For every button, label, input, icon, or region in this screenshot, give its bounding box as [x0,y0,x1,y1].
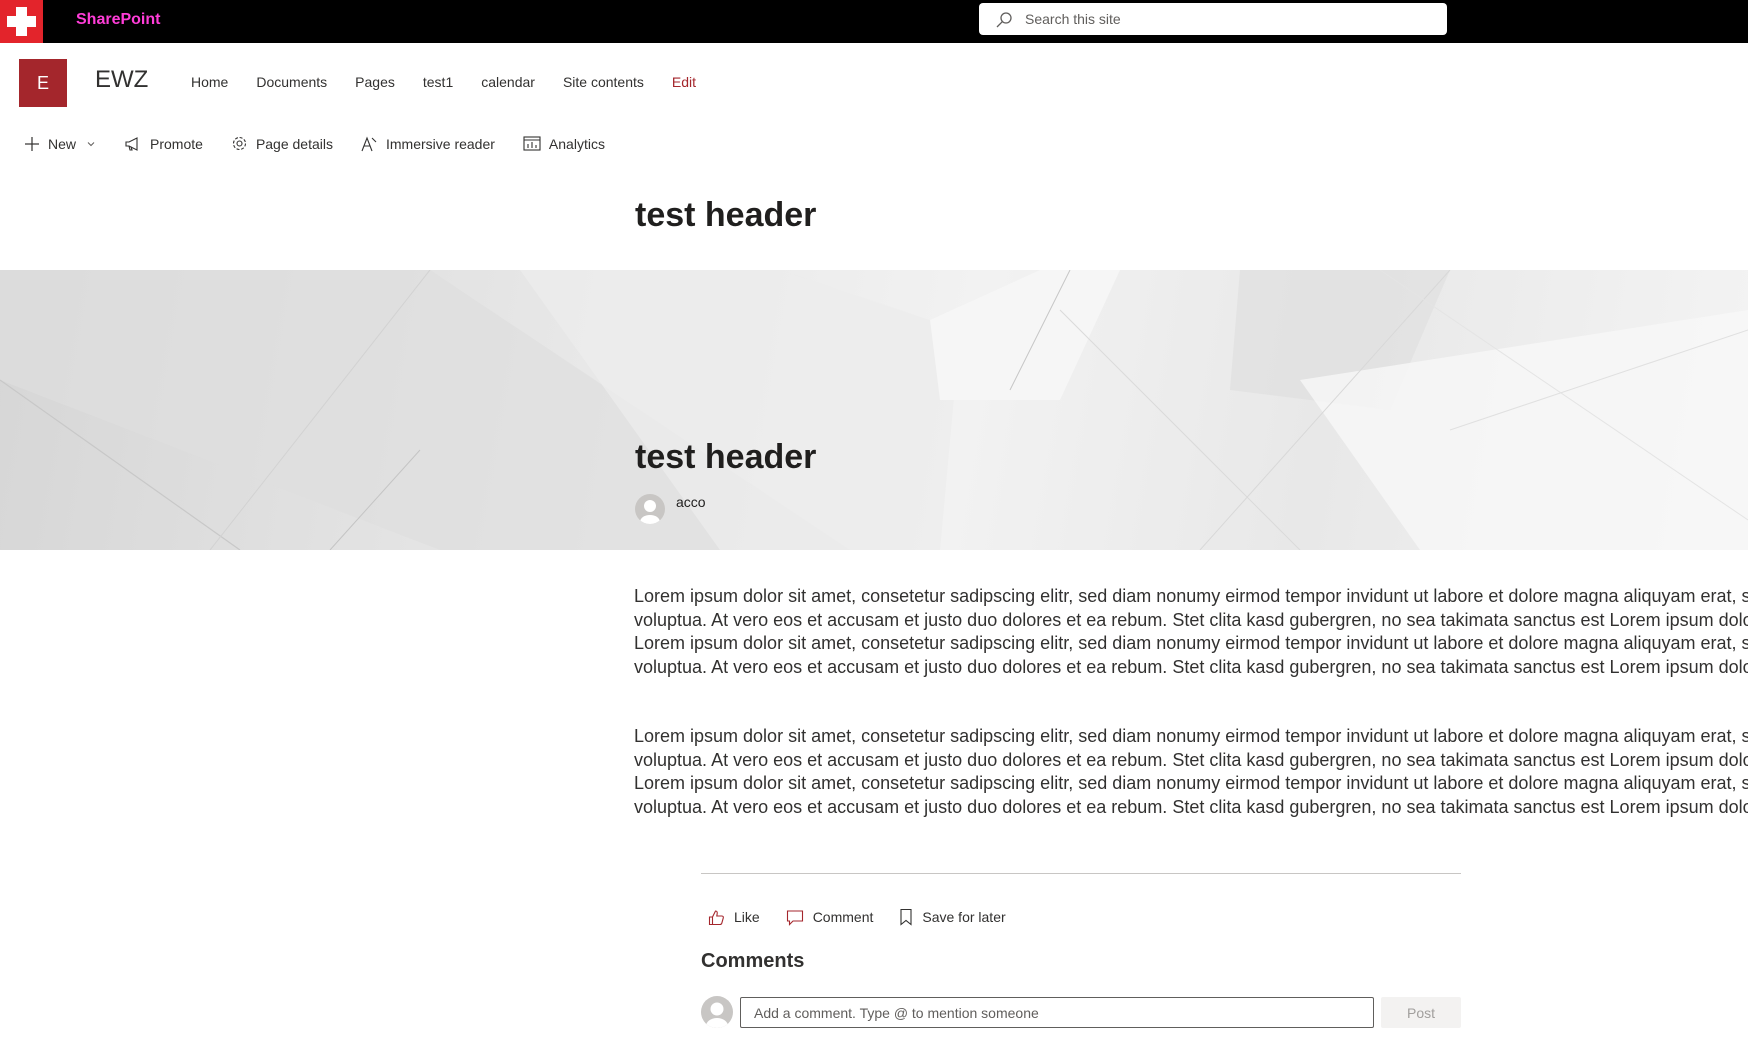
post-button[interactable]: Post [1381,997,1461,1028]
text-paragraph-2: Lorem ipsum dolor sit amet, consetetur s… [634,725,1748,819]
promote-button[interactable]: Promote [124,136,203,152]
new-button[interactable]: New [24,136,96,152]
author-name[interactable]: acco [676,494,706,510]
search-box[interactable] [979,3,1447,35]
banner-background-image [0,270,1748,550]
commenter-avatar [701,996,733,1028]
paragraph-2-line: Lorem ipsum dolor sit amet, consetetur s… [634,773,1748,793]
nav-site-contents[interactable]: Site contents [563,74,644,90]
command-bar: New Promote Page details Immersive reade… [24,135,633,152]
analytics-icon [523,136,541,151]
page-details-button[interactable]: Page details [231,135,333,152]
site-logo[interactable]: E [19,59,67,107]
bookmark-icon [900,908,912,926]
new-label: New [48,135,77,152]
save-for-later-label: Save for later [922,909,1006,925]
comment-label: Comment [812,909,874,925]
paragraph-2-line: Lorem ipsum dolor sit amet, consetetur s… [634,726,1748,746]
immersive-reader-icon [361,135,377,151]
nav-calendar[interactable]: calendar [481,74,535,90]
nav-documents[interactable]: Documents [256,74,327,90]
search-icon [996,12,1012,28]
comment-button[interactable]: Comment [786,909,874,926]
suite-bar: SharePoint [0,0,1748,43]
comments-heading: Comments [701,950,805,972]
title-banner: test header acco [0,270,1748,550]
paragraph-2-line: voluptua. At vero eos et accusam et just… [634,796,1748,817]
immersive-reader-button[interactable]: Immersive reader [361,136,495,152]
paragraph-1-line: voluptua. At vero eos et accusam et just… [634,656,1748,677]
text-paragraph-1: Lorem ipsum dolor sit amet, consetetur s… [634,585,1748,679]
nav-home[interactable]: Home [191,74,228,90]
comment-input[interactable] [740,997,1374,1028]
chevron-down-icon [87,141,95,146]
paragraph-2-line: voluptua. At vero eos et accusam et just… [634,749,1748,770]
like-label: Like [734,909,760,925]
nav-edit[interactable]: Edit [672,74,696,90]
nav-test1[interactable]: test1 [423,74,453,90]
like-button[interactable]: Like [708,909,760,926]
gear-icon [232,136,246,151]
paragraph-1-line: voluptua. At vero eos et accusam et just… [634,609,1748,630]
megaphone-icon [125,136,138,151]
plus-icon [25,136,39,151]
divider [701,873,1461,874]
person-icon [640,500,660,524]
brand-logo-icon[interactable] [0,0,43,43]
analytics-button[interactable]: Analytics [523,136,605,152]
analytics-label: Analytics [548,135,605,152]
search-input[interactable] [1025,3,1435,35]
banner-title: test header [635,438,817,476]
page-title: test header [635,196,817,234]
person-icon [706,1002,728,1028]
app-name-link[interactable]: SharePoint [76,11,160,29]
comment-icon [786,909,803,926]
social-bar: Like Comment Save for later [708,908,1032,926]
paragraph-1-line: Lorem ipsum dolor sit amet, consetetur s… [634,633,1748,653]
paragraph-1-line: Lorem ipsum dolor sit amet, consetetur s… [634,586,1748,606]
promote-label: Promote [150,135,203,152]
site-title[interactable]: EWZ [95,66,148,94]
site-navigation: Home Documents Pages test1 calendar Site… [191,74,696,90]
author-avatar[interactable] [635,494,665,524]
save-for-later-button[interactable]: Save for later [899,908,1006,926]
like-icon [708,909,724,925]
page-details-label: Page details [255,135,333,152]
nav-pages[interactable]: Pages [355,74,395,90]
immersive-reader-label: Immersive reader [386,135,495,152]
